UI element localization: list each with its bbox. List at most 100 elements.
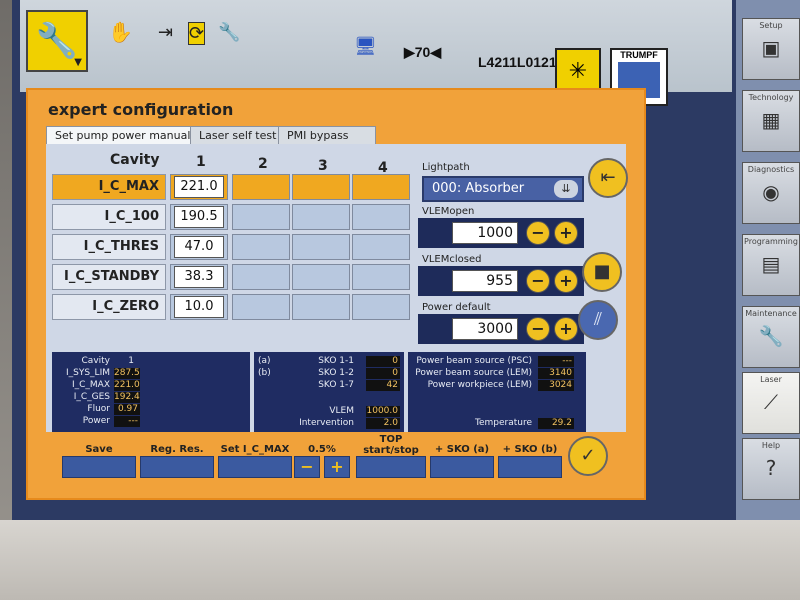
sidebar-item-help[interactable]: Help ? — [742, 438, 800, 500]
sidebar-item-maintenance[interactable]: Maintenance 🔧 — [742, 306, 800, 368]
cell-c3[interactable] — [292, 234, 350, 260]
cell-c1[interactable]: 47.0 — [170, 234, 228, 260]
percent-decrement-button[interactable]: − — [294, 456, 320, 478]
vlemclosed-increment-button[interactable]: + — [554, 269, 578, 293]
cell-c2[interactable] — [232, 294, 290, 320]
top-start-stop-button[interactable] — [356, 456, 426, 478]
dialog-title: expert configuration — [48, 100, 234, 119]
tab-laser-self-test[interactable]: Laser self test — [190, 126, 292, 146]
cell-c1[interactable]: 10.0 — [170, 294, 228, 320]
sidebar-item-label: Programming — [744, 237, 798, 246]
row-label[interactable]: I_C_STANDBY — [52, 264, 166, 290]
percent-label: 0.5% — [308, 444, 336, 455]
column-header-1: 1 — [196, 154, 206, 170]
value-field[interactable]: 38.3 — [174, 266, 224, 288]
technology-icon: ▦ — [761, 108, 781, 132]
wrench-icon: 🔧 — [35, 21, 79, 61]
stop-button[interactable]: ■ — [582, 252, 622, 292]
power-default-increment-button[interactable]: + — [554, 317, 578, 341]
sidebar-item-label: Technology — [748, 93, 794, 102]
temperature-label: Temperature — [474, 418, 532, 428]
info-value: 42 — [366, 380, 400, 391]
vlemopen-field[interactable]: 1000 — [452, 222, 518, 244]
monitor-bottom-bezel — [0, 520, 800, 600]
cell-c2[interactable] — [232, 234, 290, 260]
reg-res-label: Reg. Res. — [150, 444, 204, 455]
sko-b-button[interactable] — [498, 456, 562, 478]
value-field[interactable]: 47.0 — [174, 236, 224, 258]
tab-pmi-bypass[interactable]: PMI bypass — [278, 126, 376, 146]
cell-c3[interactable] — [292, 174, 350, 200]
sko-a-button-label: + SKO (a) — [434, 444, 490, 455]
lightpath-select[interactable]: 000: Absorber ⇊ — [422, 176, 584, 202]
sidebar-item-diagnostics[interactable]: Diagnostics ◉ — [742, 162, 800, 224]
sidebar-item-technology[interactable]: Technology ▦ — [742, 90, 800, 152]
tools-menu-button[interactable]: 🔧 ▼ — [26, 10, 88, 72]
top-bar: 🔧 ▼ ✋ ⇥ ⟳ 🔧 🖥 ▶70◀ L4211L0121 ✳ TRUMPF — [20, 0, 732, 106]
cell-c4[interactable] — [352, 204, 410, 230]
value-field[interactable]: 10.0 — [174, 296, 224, 318]
setup-icon: ▣ — [761, 36, 781, 60]
save-button[interactable] — [62, 456, 136, 478]
percent-increment-button[interactable]: + — [324, 456, 350, 478]
help-icon: ? — [765, 456, 777, 480]
cell-c4[interactable] — [352, 264, 410, 290]
cell-c1[interactable]: 221.0 — [170, 174, 228, 200]
sko-b-label: (b) — [258, 368, 271, 378]
cell-c2[interactable] — [232, 264, 290, 290]
cell-c4[interactable] — [352, 294, 410, 320]
dropdown-triangle-icon: ▼ — [74, 57, 82, 68]
row-label[interactable]: I_C_ZERO — [52, 294, 166, 320]
cell-c3[interactable] — [292, 204, 350, 230]
programming-icon: ▤ — [761, 252, 781, 276]
intervention-label: Intervention — [299, 418, 354, 428]
dropdown-arrow-icon[interactable]: ⇊ — [554, 180, 578, 198]
info-value: --- — [114, 416, 140, 427]
row-label[interactable]: I_C_THRES — [52, 234, 166, 260]
vlemclosed-decrement-button[interactable]: − — [526, 269, 550, 293]
lightpath-label: Lightpath — [422, 162, 470, 173]
power-default-decrement-button[interactable]: − — [526, 317, 550, 341]
info-key: I_C_GES — [73, 392, 110, 402]
sidebar-item-programming[interactable]: Programming ▤ — [742, 234, 800, 296]
brand-name: TRUMPF — [620, 50, 658, 60]
set-icmax-button[interactable] — [218, 456, 292, 478]
cell-c3[interactable] — [292, 294, 350, 320]
value-field[interactable]: 190.5 — [174, 206, 224, 228]
sko-a-label: (a) — [258, 356, 271, 366]
refresh-icon[interactable]: ⟳ — [188, 22, 206, 45]
eye-icon: ◉ — [762, 180, 780, 204]
cell-c2[interactable] — [232, 204, 290, 230]
row-label[interactable]: I_C_MAX — [52, 174, 166, 200]
temperature-value: 29.2 — [538, 418, 574, 429]
cell-c3[interactable] — [292, 264, 350, 290]
wrench-small-icon[interactable]: 🔧 — [218, 22, 240, 43]
monitor-icon: 🖥 — [354, 36, 377, 57]
reg-res-button[interactable] — [140, 456, 214, 478]
vlemopen-increment-button[interactable]: + — [554, 221, 578, 245]
info-key: Cavity — [81, 356, 110, 366]
pause-button[interactable]: ⫽ — [578, 300, 618, 340]
sidebar-item-laser[interactable]: Laser ⟋ — [742, 372, 800, 434]
vlemclosed-field[interactable]: 955 — [452, 270, 518, 292]
info-value: 287.5 — [114, 368, 140, 379]
cell-c4[interactable] — [352, 174, 410, 200]
value-field[interactable]: 221.0 — [174, 176, 224, 198]
cell-c1[interactable]: 38.3 — [170, 264, 228, 290]
vlemopen-decrement-button[interactable]: − — [526, 221, 550, 245]
cell-c2[interactable] — [232, 174, 290, 200]
cell-c1[interactable]: 190.5 — [170, 204, 228, 230]
expert-config-dialog: expert configuration Set pump power manu… — [26, 88, 646, 500]
cell-c4[interactable] — [352, 234, 410, 260]
exit-dialog-button[interactable]: ⇤ — [588, 158, 628, 198]
sidebar-item-setup[interactable]: Setup ▣ — [742, 18, 800, 80]
sko-info-panel: (a) (b) SKO 1-1 0 SKO 1-2 0 SKO 1-7 42 V… — [254, 352, 404, 432]
power-default-label: Power default — [422, 302, 491, 313]
confirm-button[interactable]: ✓ — [568, 436, 608, 476]
sidebar-item-label: Setup — [759, 21, 783, 30]
sko-a-button[interactable] — [430, 456, 494, 478]
row-label[interactable]: I_C_100 — [52, 204, 166, 230]
exit-icon[interactable]: ⇥ — [158, 22, 173, 43]
power-default-field[interactable]: 3000 — [452, 318, 518, 340]
info-key: SKO 1-2 — [318, 368, 354, 378]
